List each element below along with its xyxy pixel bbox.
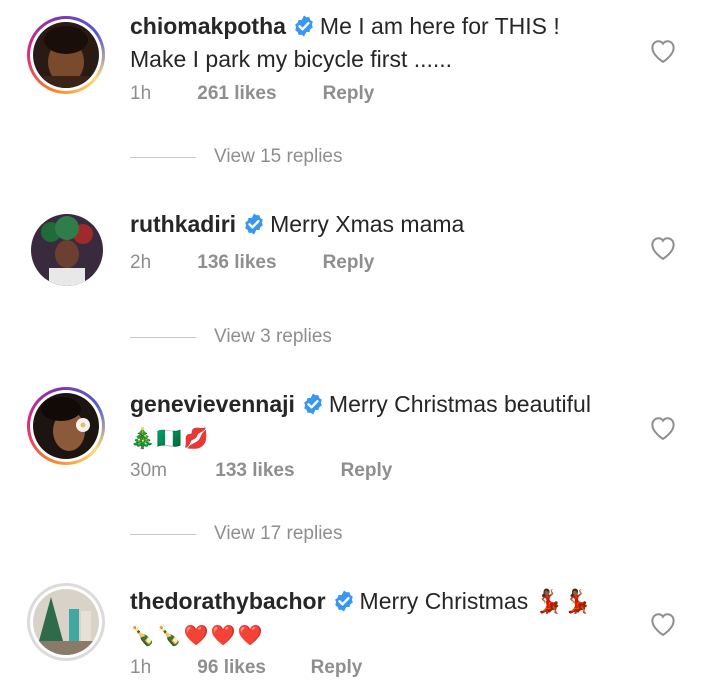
reply-button[interactable]: Reply (323, 83, 375, 105)
avatar-gap (30, 19, 102, 91)
view-replies-label: View 3 replies (214, 326, 332, 347)
comment-likes[interactable]: 136 likes (197, 252, 317, 274)
divider-line (130, 533, 196, 535)
comment-body: Merry Xmas mama (270, 211, 465, 237)
avatar-ruthkadiri-image (31, 214, 103, 286)
heart-outline-icon[interactable] (648, 609, 678, 642)
avatar-story-ring[interactable] (27, 16, 105, 94)
comment-time: 1h (130, 657, 152, 678)
comment-text: ruthkadiri Merry Xmas mama (130, 210, 630, 243)
avatar-story-ring[interactable] (27, 583, 105, 661)
view-replies-button[interactable]: View 17 replies (130, 523, 343, 545)
comment-emoji-line: 🎄🇳🇬💋 (130, 428, 211, 450)
avatar-genevievennaji-image (33, 393, 99, 459)
divider-line (130, 336, 196, 338)
comment-body: Merry Christmas 💃🏾💃🏾 (359, 588, 592, 614)
comment-username[interactable]: genevievennaji (130, 391, 295, 417)
heart-outline-icon[interactable] (648, 413, 678, 446)
verified-badge-icon (292, 14, 316, 45)
view-replies-button[interactable]: View 15 replies (130, 146, 343, 168)
avatar-story-ring[interactable] (27, 387, 105, 465)
comment-likes[interactable]: 96 likes (197, 657, 305, 679)
reply-button[interactable]: Reply (323, 252, 375, 274)
avatar-chiomakpotha-image (33, 22, 99, 88)
avatar (33, 393, 99, 459)
avatar-thedorathybachor-image (33, 589, 99, 655)
comment-body: Me I am here for THIS ! (319, 13, 560, 39)
comment-meta: 1h 96 likes Reply (130, 657, 362, 679)
comment-emoji-line: 🍾🍾❤️❤️❤️ (130, 625, 265, 647)
heart-outline-icon[interactable] (648, 233, 678, 266)
view-replies-label: View 17 replies (214, 523, 343, 544)
avatar-gap (30, 390, 102, 462)
reply-button[interactable]: Reply (341, 460, 393, 482)
comment-time: 2h (130, 252, 152, 273)
comment-meta: 30m 133 likes Reply (130, 460, 392, 482)
comment-meta: 1h 261 likes Reply (130, 83, 374, 105)
comment-likes[interactable]: 133 likes (215, 460, 335, 482)
avatar[interactable] (31, 214, 103, 286)
comment-text: thedorathybachor Merry Christmas 💃🏾💃🏾 🍾🍾❤… (130, 587, 630, 651)
comment-username[interactable]: thedorathybachor (130, 588, 326, 614)
divider-line (130, 156, 196, 158)
comment-time: 30m (130, 460, 167, 481)
comment-time: 1h (130, 83, 152, 104)
comment-text: chiomakpotha Me I am here for THIS ! Make… (130, 12, 630, 74)
comment-username[interactable]: chiomakpotha (130, 13, 286, 39)
avatar (33, 589, 99, 655)
avatar-gap (30, 586, 102, 658)
comment-username[interactable]: ruthkadiri (130, 211, 236, 237)
comment-text: genevievennaji Merry Christmas beautiful … (130, 390, 630, 454)
avatar (33, 22, 99, 88)
view-replies-label: View 15 replies (214, 146, 343, 167)
verified-badge-icon (332, 589, 356, 620)
comment-body: Merry Christmas beautiful (328, 391, 591, 417)
reply-button[interactable]: Reply (311, 657, 363, 679)
heart-outline-icon[interactable] (648, 36, 678, 69)
comment-body-line2: Make I park my bicycle first ...... (130, 46, 453, 72)
verified-badge-icon (242, 212, 266, 243)
verified-badge-icon (301, 392, 325, 423)
view-replies-button[interactable]: View 3 replies (130, 326, 332, 348)
comment-likes[interactable]: 261 likes (197, 83, 317, 105)
comment-meta: 2h 136 likes Reply (130, 252, 374, 274)
